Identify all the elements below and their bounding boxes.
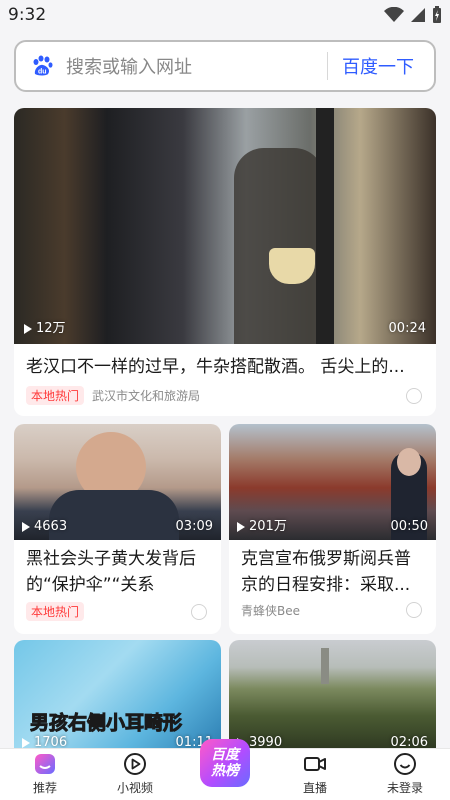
feed-card[interactable]: 3990 02:06 [229, 640, 436, 748]
play-icon [24, 323, 32, 334]
home-icon [35, 754, 55, 774]
nav-label: 小视频 [116, 781, 153, 795]
status-icons [384, 6, 442, 24]
source-name: 青蜂侠Bee [241, 604, 300, 618]
video-duration: 00:50 [390, 519, 428, 534]
nav-item-short-video[interactable]: 小视频 [90, 749, 180, 800]
door-frame [316, 108, 334, 344]
video-thumbnail[interactable]: 3990 02:06 [229, 640, 436, 748]
view-count: 12万 [24, 317, 66, 336]
nav-item-hot-list[interactable]: 百度 热榜 [180, 739, 270, 800]
svg-text:du: du [38, 69, 47, 76]
view-count: 4663 [22, 519, 67, 534]
noodle-bowl [269, 248, 315, 284]
face-figure [397, 448, 421, 476]
play-icon [22, 521, 30, 532]
nav-label: 推荐 [32, 781, 57, 795]
video-thumbnail[interactable]: 201万 00:50 [229, 424, 436, 540]
smiley-icon [394, 753, 416, 775]
card-meta: 青蜂侠Bee [229, 602, 436, 619]
nav-item-profile[interactable]: 未登录 [360, 749, 450, 800]
video-duration: 03:09 [175, 519, 213, 534]
video-thumbnail[interactable]: 12万 00:24 [14, 108, 436, 344]
live-camera-icon [304, 757, 326, 771]
view-count: 201万 [237, 515, 287, 534]
hot-badge-line1: 百度 [211, 747, 239, 763]
tower-figure [321, 648, 329, 684]
nav-label: 直播 [302, 781, 327, 795]
feed-card-featured[interactable]: 12万 00:24 老汉口不一样的过早，牛杂搭配散酒。 舌尖上的... 本地热门… [14, 108, 436, 416]
status-bar: 9:32 [0, 0, 450, 32]
dismiss-icon[interactable] [406, 602, 422, 618]
dismiss-icon[interactable] [406, 388, 422, 404]
search-button[interactable]: 百度一下 [328, 53, 434, 79]
signal-icon [411, 8, 425, 22]
video-caption: 男孩右侧小耳畸形 [30, 712, 183, 735]
nav-item-live[interactable]: 直播 [270, 749, 360, 800]
hot-list-icon: 百度 热榜 [200, 739, 250, 787]
card-meta: 本地热门 武汉市文化和旅游局 [14, 386, 436, 405]
feed-card[interactable]: 男孩右侧小耳畸形 1706 01:11 [14, 640, 221, 748]
uniform-figure [49, 490, 179, 540]
baidu-paw-icon: du [33, 55, 53, 76]
local-hot-badge: 本地热门 [26, 602, 85, 621]
dismiss-icon[interactable] [191, 604, 207, 620]
wifi-icon [384, 7, 404, 22]
view-count: 1706 [22, 735, 67, 748]
card-title[interactable]: 黑社会头子黄大发背后的“保护伞”“关系网”需... [14, 546, 221, 598]
feed-card[interactable]: 201万 00:50 克宫宣布俄罗斯阅兵普京的日程安排：采取... 青蜂侠Bee [229, 424, 436, 634]
feed-card[interactable]: 4663 03:09 黑社会头子黄大发背后的“保护伞”“关系网”需... 本地热… [14, 424, 221, 634]
status-time: 9:32 [8, 5, 47, 25]
search-bar[interactable]: du 搜索或输入网址 百度一下 [14, 40, 436, 92]
video-thumbnail[interactable]: 4663 03:09 [14, 424, 221, 540]
hot-badge-line2: 热榜 [211, 763, 239, 779]
play-icon [237, 521, 245, 532]
search-input[interactable]: 搜索或输入网址 [66, 53, 327, 79]
local-hot-badge: 本地热门 [26, 386, 85, 405]
nav-item-recommend[interactable]: 推荐 [0, 749, 90, 800]
bottom-nav: 推荐 小视频 百度 热榜 直播 未登录 [0, 739, 450, 800]
video-thumbnail[interactable]: 男孩右侧小耳畸形 1706 01:11 [14, 640, 221, 748]
video-duration: 00:24 [388, 321, 426, 336]
play-icon [22, 737, 30, 748]
video-play-icon [124, 753, 146, 775]
card-meta: 本地热门 [14, 602, 221, 621]
source-name: 武汉市文化和旅游局 [92, 389, 201, 403]
card-title[interactable]: 老汉口不一样的过早，牛杂搭配散酒。 舌尖上的... [14, 354, 436, 380]
card-title[interactable]: 克宫宣布俄罗斯阅兵普京的日程安排：采取... [229, 546, 436, 598]
person-figure [234, 148, 324, 344]
nav-label: 未登录 [386, 781, 423, 795]
battery-icon [433, 6, 441, 23]
video-duration: 02:06 [390, 735, 428, 748]
